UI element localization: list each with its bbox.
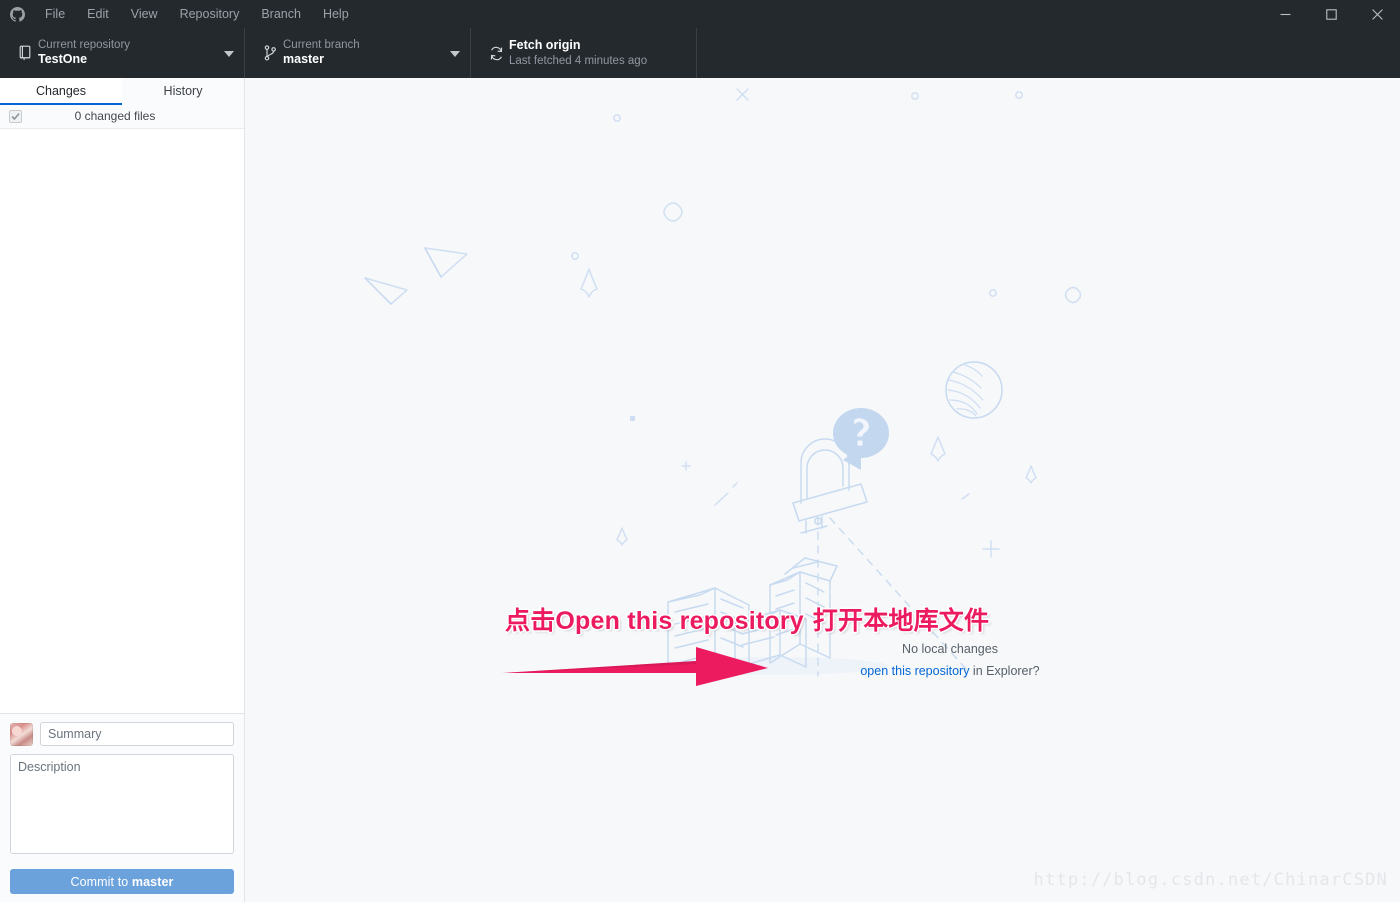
no-local-changes-illustration [364, 88, 1082, 677]
sidebar-tabs: Changes History [0, 78, 244, 105]
title-bar: File Edit View Repository Branch Help [0, 0, 1400, 28]
menu-item-file[interactable]: File [34, 0, 76, 28]
select-all-checkbox[interactable] [9, 109, 22, 123]
menu-item-help[interactable]: Help [312, 0, 360, 28]
current-branch-button[interactable]: Current branch master [245, 28, 471, 78]
branch-icon [257, 45, 283, 61]
repo-book-icon [12, 45, 38, 61]
minimize-icon[interactable] [1262, 0, 1308, 28]
window-controls [1262, 0, 1400, 28]
main-toolbar: Current repository TestOne Current branc… [0, 28, 1400, 78]
close-icon[interactable] [1354, 0, 1400, 28]
open-repository-prompt: open this repository in Explorer? [785, 662, 1115, 681]
fetch-origin-title: Fetch origin [509, 38, 581, 53]
left-sidebar: Changes History 0 changed files Commit t… [0, 78, 245, 902]
open-this-repository-link[interactable]: open this repository [860, 664, 969, 678]
empty-state-text: No local changes open this repository in… [785, 640, 1115, 681]
callout-prefix: 点击 [505, 606, 556, 635]
changed-files-header: 0 changed files [0, 104, 244, 129]
chevron-down-icon[interactable] [210, 44, 234, 62]
tab-history[interactable]: History [122, 78, 244, 104]
red-arrow-annotation [502, 647, 768, 686]
tab-changes[interactable]: Changes [0, 78, 122, 105]
fetch-origin-button[interactable]: Fetch origin Last fetched 4 minutes ago [471, 28, 697, 78]
commit-button-branch: master [131, 874, 174, 889]
current-branch-value: master [283, 52, 324, 67]
menu-item-branch[interactable]: Branch [250, 0, 312, 28]
current-repository-label: Current repository [38, 39, 131, 52]
callout-suffix: 打开本地库文件 [803, 606, 990, 635]
fetch-origin-subtitle: Last fetched 4 minutes ago [509, 54, 648, 67]
commit-summary-row [10, 722, 234, 746]
open-suffix-label: in Explorer? [969, 663, 1040, 678]
callout-emphasis: Open this repository [555, 607, 804, 635]
commit-description-input[interactable] [10, 754, 234, 854]
sync-icon [483, 46, 509, 61]
maximize-icon[interactable] [1308, 0, 1354, 28]
commit-panel: Commit to master [0, 713, 244, 902]
menu-item-edit[interactable]: Edit [76, 0, 120, 28]
watermark-text: http://blog.csdn.net/ChinarCSDN [1033, 870, 1388, 890]
changed-files-count: 0 changed files [74, 109, 156, 123]
current-repository-value: TestOne [38, 52, 88, 67]
changed-files-list [0, 129, 244, 700]
menu-item-repository[interactable]: Repository [169, 0, 251, 28]
current-repository-button[interactable]: Current repository TestOne [0, 28, 245, 78]
chevron-down-icon[interactable] [436, 44, 460, 62]
menu-item-view[interactable]: View [120, 0, 169, 28]
menu-bar: File Edit View Repository Branch Help [34, 0, 360, 28]
main-content-area: No local changes open this repository in… [245, 78, 1400, 902]
avatar [10, 722, 33, 746]
github-logo-icon [0, 6, 34, 22]
current-branch-label: Current branch [283, 39, 360, 52]
no-local-changes-label: No local changes [902, 642, 998, 656]
commit-button-prefix: Commit to [70, 874, 132, 889]
commit-summary-input[interactable] [40, 722, 234, 746]
callout-annotation-text: 点击Open this repository 打开本地库文件 [505, 601, 989, 637]
commit-to-master-button[interactable]: Commit to master [10, 869, 234, 894]
